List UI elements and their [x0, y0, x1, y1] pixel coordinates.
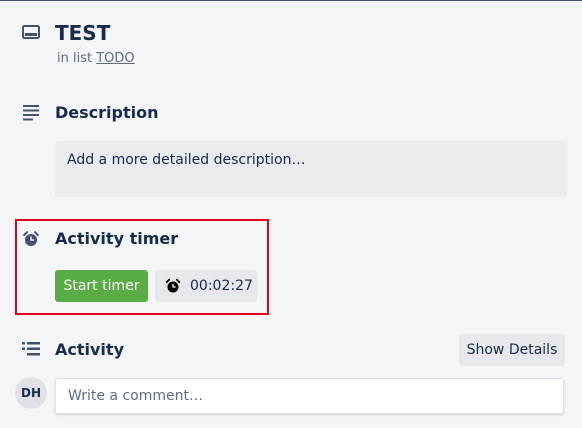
description-icon [20, 101, 42, 123]
description-editor[interactable]: Add a more detailed description… [55, 141, 567, 197]
list-subtitle: in list TODO [57, 51, 135, 67]
comment-input[interactable] [55, 378, 564, 414]
activity-list-icon [20, 338, 42, 360]
in-list-label: in list [57, 51, 93, 66]
description-heading: Description [55, 103, 159, 122]
alarm-clock-icon [20, 228, 42, 250]
list-link[interactable]: TODO [96, 51, 134, 66]
activity-heading: Activity [55, 340, 124, 359]
card-title[interactable]: TEST [55, 21, 110, 45]
card-icon [20, 22, 42, 44]
timer-display[interactable]: 00:02:27 [155, 270, 257, 302]
top-border [0, 0, 582, 1]
timer-elapsed: 00:02:27 [190, 278, 253, 294]
show-details-button[interactable]: Show Details [459, 334, 565, 366]
timer-heading: Activity timer [55, 229, 179, 248]
avatar[interactable]: DH [15, 377, 47, 409]
alarm-clock-icon [165, 278, 181, 294]
start-timer-button[interactable]: Start timer [55, 270, 148, 302]
